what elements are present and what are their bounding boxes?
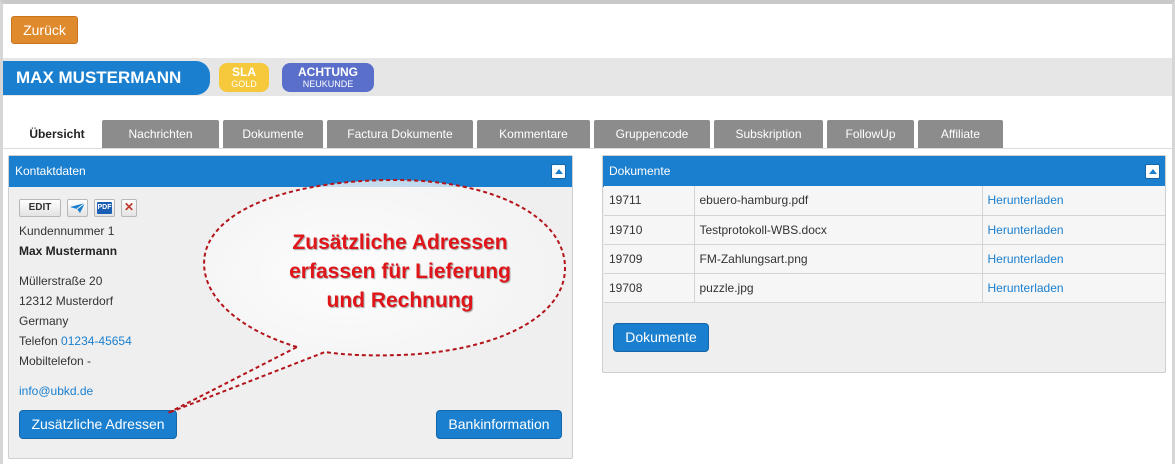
callout-line-1: Zusätzliche Adressen: [292, 231, 508, 254]
callout-bubble: [167, 178, 567, 414]
callout-line-3: und Rechnung: [326, 289, 474, 312]
callout-text: Zusätzliche Adressen erfassen für Liefer…: [240, 228, 560, 315]
callout-line-2: erfassen für Lieferung: [289, 260, 511, 283]
